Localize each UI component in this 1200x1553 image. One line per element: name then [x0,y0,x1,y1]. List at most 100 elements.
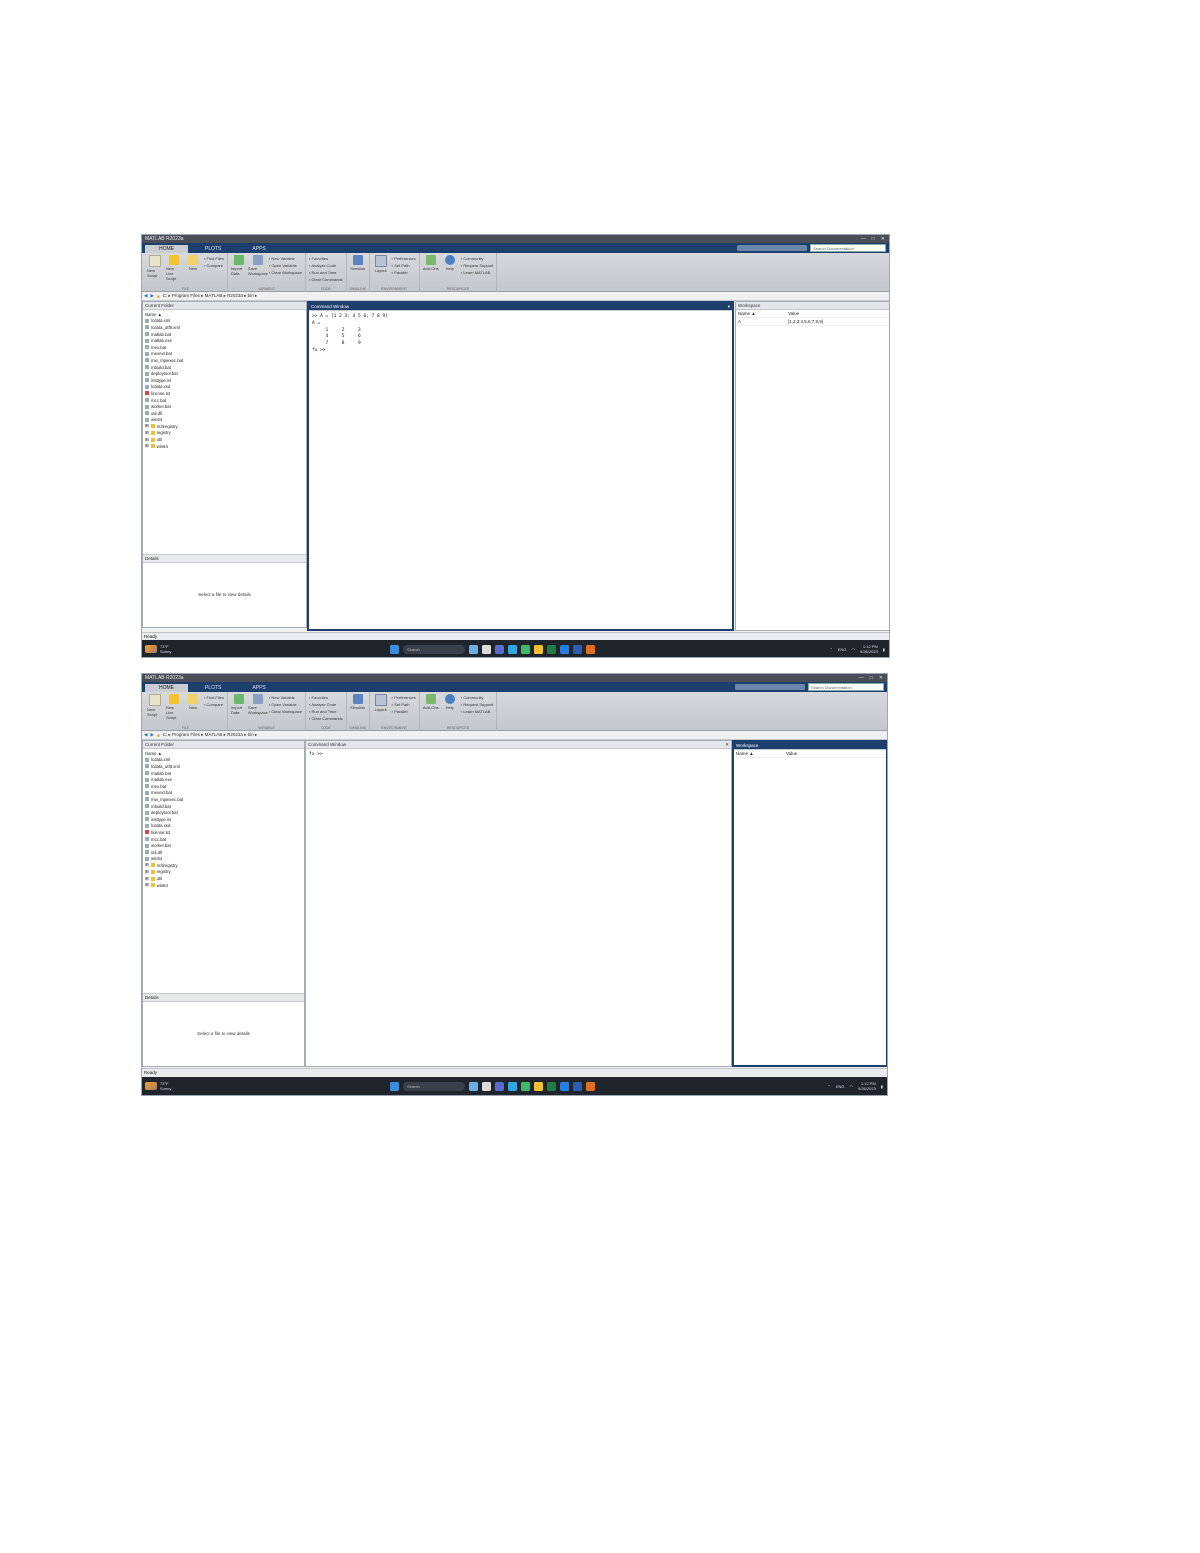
list-item[interactable]: license.txt [145,390,304,397]
list-item[interactable]: matlab.bat [145,331,304,338]
compare-button[interactable]: Compare [204,263,224,268]
minimize-button[interactable]: — [861,236,866,242]
forward-icon[interactable]: ▶ [150,293,153,299]
file-explorer-icon[interactable] [534,644,543,654]
list-item[interactable]: matlab.exe [145,776,302,783]
close-button[interactable]: ✕ [879,675,883,681]
widgets-icon[interactable] [469,644,478,654]
tray-lang[interactable]: ENG [838,647,847,652]
folder-item[interactable]: ⊞ win64 [145,443,304,450]
favorites-button[interactable]: Favorites [309,695,343,700]
list-item[interactable]: mex.bat [145,783,302,790]
name-column-header[interactable]: Name ▲ [736,311,786,316]
parallel-button[interactable]: Parallel [392,270,416,275]
analyze-code-button[interactable]: Analyze Code [309,702,343,707]
tab-plots[interactable]: PLOTS [191,684,235,692]
folder-item[interactable]: ⊞ m3iregistry [145,423,304,430]
open-variable-button[interactable]: Open Variable [269,263,302,268]
folder-item[interactable]: ⊞ win64 [145,882,302,889]
list-item[interactable]: lcdata.xml [145,318,304,325]
analyze-code-button[interactable]: Analyze Code [309,263,343,268]
chevron-up-icon[interactable]: ⌃ [827,1084,830,1089]
notification-icon[interactable]: ▮ [883,647,885,652]
minimize-button[interactable]: — [859,675,864,681]
tab-apps[interactable]: APPS [238,245,279,253]
list-item[interactable]: insttype.ini [145,816,302,823]
find-files-button[interactable]: Find Files [204,695,224,700]
run-and-time-button[interactable]: Run and Time [309,270,343,275]
list-item[interactable]: win64 [145,856,302,863]
widgets-icon[interactable] [469,1081,478,1091]
current-path[interactable]: C: ▸ Program Files ▸ MATLAB ▸ R2023a ▸ b… [163,293,258,299]
word-icon[interactable] [573,644,582,654]
new-variable-button[interactable]: New Variable [269,256,302,261]
list-item[interactable]: mbuild.bat [145,803,302,810]
expand-icon[interactable]: ⊞ [145,882,149,888]
excel-icon[interactable] [547,644,556,654]
clock[interactable]: 1:12 PM 9/26/2023 [858,1081,876,1091]
clear-workspace-button[interactable]: Clear Workspace [269,270,302,275]
clock[interactable]: 1:12 PM 9/26/2023 [860,644,878,654]
folder-item[interactable]: ⊞ m3iregistry [145,862,302,869]
expand-icon[interactable]: ⊞ [145,862,149,868]
close-button[interactable]: ✕ [881,236,885,242]
folder-up-icon[interactable]: ■ [157,733,160,738]
list-item[interactable]: mexext.bat [145,790,302,797]
clear-commands-button[interactable]: Clear Commands [309,277,343,282]
list-item[interactable]: matlab.bat [145,770,302,777]
forward-icon[interactable]: ▶ [150,732,153,738]
value-column-header[interactable]: Value [786,311,799,316]
favorites-button[interactable]: Favorites [309,256,343,261]
clear-workspace-button[interactable]: Clear Workspace [269,709,302,714]
search-documentation-input[interactable]: Search Documentation [808,683,884,691]
list-item[interactable]: license.txt [145,829,302,836]
search-documentation-input[interactable]: Search Documentation [810,244,886,252]
matlab-taskbar-icon[interactable] [586,1081,595,1091]
tab-home[interactable]: HOME [145,245,188,253]
wifi-icon[interactable]: ◠ [852,647,856,652]
expand-icon[interactable]: ⊞ [145,437,149,443]
taskbar-search[interactable]: Search [403,644,465,654]
list-item[interactable]: lcdata_utf8.xml [145,763,302,770]
chevron-up-icon[interactable]: ⌃ [829,647,832,652]
edge-icon[interactable] [508,644,517,654]
community-button[interactable]: Community [461,695,494,700]
open-variable-button[interactable]: Open Variable [269,702,302,707]
details-header[interactable]: Details [143,993,304,1002]
list-item[interactable]: lcdata.xsd [145,384,304,391]
task-view-icon[interactable] [482,644,491,654]
preferences-button[interactable]: Preferences [392,695,416,700]
list-item[interactable]: lcdata_utf8.xml [145,324,304,331]
learn-matlab-button[interactable]: Learn MATLAB [461,709,494,714]
back-icon[interactable]: ◀ [144,293,147,299]
current-path[interactable]: C: ▸ Program Files ▸ MATLAB ▸ R2023a ▸ b… [163,732,258,738]
expand-icon[interactable]: ⊞ [145,876,149,882]
list-item[interactable]: worker.bat [145,842,302,849]
command-window-panel[interactable]: Command Window ▾ >> A = [1 2 3; 4 5 6; 7 … [307,301,734,631]
command-window-panel[interactable]: Command Window ✕ fx >> [305,740,732,1067]
teams-icon[interactable] [495,1081,504,1091]
tray-lang[interactable]: ENG [836,1084,845,1089]
new-variable-button[interactable]: New Variable [269,695,302,700]
table-row[interactable]: A [1,2,3;4,5,6;7,8,9] [736,318,889,326]
value-column-header[interactable]: Value [784,751,797,756]
task-view-icon[interactable] [482,1081,491,1091]
vscode-icon[interactable] [560,1081,569,1091]
folder-item[interactable]: ⊞ util [145,875,302,882]
tab-plots[interactable]: PLOTS [191,245,235,253]
list-item[interactable]: matlab.exe [145,337,304,344]
command-output[interactable]: >> A = [1 2 3; 4 5 6; 7 8 9] A = 1 2 3 4 … [309,311,732,358]
set-path-button[interactable]: Set Path [392,702,416,707]
maximize-button[interactable]: □ [870,675,873,681]
list-item[interactable]: deploytool.bat [145,809,302,816]
quick-access-toolbar[interactable] [735,684,805,690]
expand-icon[interactable]: ⊞ [145,423,149,429]
list-item[interactable]: win64 [145,417,304,424]
learn-matlab-button[interactable]: Learn MATLAB [461,270,494,275]
name-column-header[interactable]: Name ▲ [145,750,302,757]
expand-icon[interactable]: ⊞ [145,869,149,875]
compare-button[interactable]: Compare [204,702,224,707]
maximize-button[interactable]: □ [872,236,875,242]
chrome-icon[interactable] [521,644,530,654]
list-item[interactable]: lcdata.xsd [145,823,302,830]
